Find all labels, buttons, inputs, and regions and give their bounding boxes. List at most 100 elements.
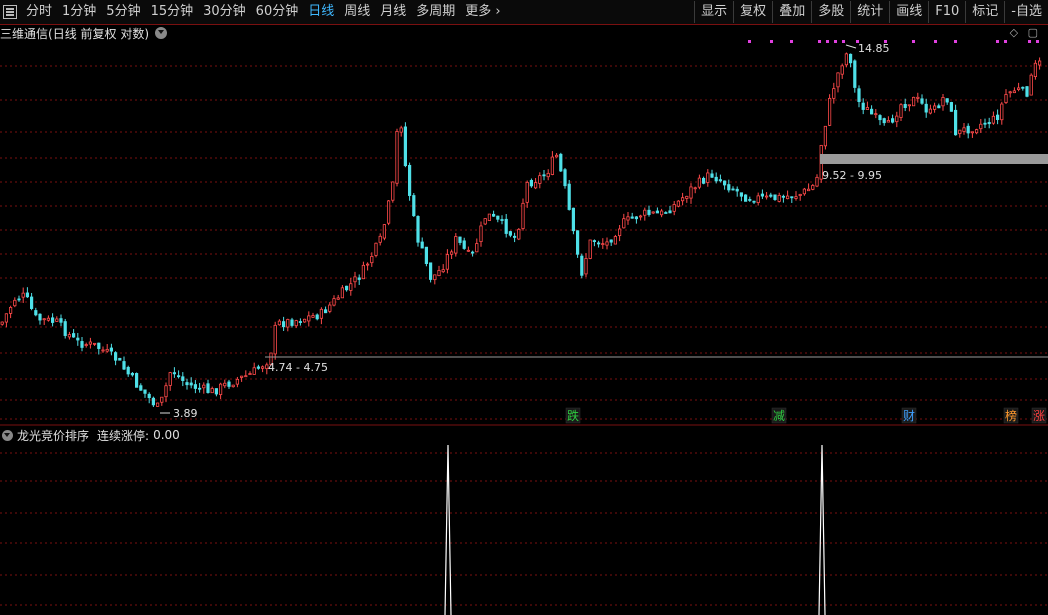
menu-icon[interactable]	[3, 5, 17, 19]
candlestick	[235, 376, 239, 388]
candle-body	[319, 308, 324, 319]
candlestick	[1000, 101, 1004, 125]
candle-body	[218, 383, 223, 396]
candle-body	[550, 156, 555, 175]
candle-body	[886, 120, 891, 123]
period-tab[interactable]: 1分钟	[57, 0, 101, 24]
candlestick	[706, 169, 710, 187]
candle-body	[702, 177, 706, 184]
candle-body	[307, 315, 311, 322]
candle-body	[412, 195, 416, 217]
candlestick	[260, 365, 265, 373]
period-tab[interactable]: 周线	[339, 0, 375, 24]
toolbar-button[interactable]: 显示	[694, 1, 733, 23]
toolbar-button[interactable]: 统计	[850, 1, 889, 23]
candle-body	[391, 181, 395, 201]
candle-body	[710, 173, 714, 178]
candle-body	[181, 376, 185, 381]
high-arrow	[845, 44, 857, 49]
candlestick	[660, 208, 664, 218]
candle-body	[227, 381, 231, 387]
candle-body	[811, 185, 815, 190]
candle-body	[122, 361, 126, 370]
candlestick	[580, 253, 584, 279]
event-tag: 跌	[565, 407, 581, 424]
candle-body	[244, 375, 248, 378]
indicator-chart[interactable]	[0, 443, 1048, 615]
candlestick	[315, 313, 319, 321]
candle-body	[832, 88, 836, 99]
candlestick	[1012, 87, 1017, 94]
candlestick	[681, 192, 685, 206]
candle-body	[571, 207, 576, 232]
candlestick-chart[interactable]: 14.85 3.89 9.52 - 9.95 4.74 - 4.75 跌 减 财 榜 涨	[0, 24, 1048, 426]
period-tab[interactable]: 60分钟	[251, 0, 304, 24]
candlestick	[748, 196, 752, 202]
candle-body	[949, 102, 954, 112]
candlestick	[643, 207, 647, 221]
signal-dot	[1036, 40, 1039, 43]
chevron-down-icon[interactable]	[2, 429, 13, 441]
candle-body	[21, 292, 25, 298]
high-label: 14.85	[858, 42, 890, 55]
candle-body	[618, 228, 622, 237]
period-tab[interactable]: 更多 ›	[460, 0, 505, 24]
candlestick	[109, 343, 113, 356]
candlestick	[702, 176, 706, 185]
period-tab[interactable]: 5分钟	[101, 0, 145, 24]
candlestick	[546, 169, 550, 181]
candle-body	[937, 105, 941, 109]
candle-body	[508, 231, 513, 236]
candlestick	[987, 117, 991, 129]
period-tab[interactable]: 日线	[303, 0, 339, 24]
candle-body	[1021, 86, 1025, 89]
signal-dot	[834, 40, 837, 43]
period-tab[interactable]: 30分钟	[198, 0, 251, 24]
candle-body	[815, 176, 819, 187]
toolbar-button[interactable]: 标记	[965, 1, 1004, 23]
candle-body	[114, 352, 118, 361]
period-tab[interactable]: 多周期	[411, 0, 460, 24]
candle-body	[416, 216, 420, 243]
candlestick	[105, 344, 109, 353]
candlestick	[84, 342, 88, 348]
candle-body	[643, 209, 647, 216]
period-tab[interactable]: 分时	[21, 0, 57, 24]
candle-body	[723, 180, 727, 186]
signal-dot	[954, 40, 957, 43]
candlestick	[382, 224, 387, 241]
candle-body	[727, 184, 731, 191]
candlestick	[76, 332, 80, 346]
candlestick	[979, 118, 983, 133]
candle-body	[294, 320, 298, 327]
candlestick	[428, 262, 433, 283]
candlestick	[508, 230, 513, 238]
candlestick	[248, 371, 252, 376]
candle-body	[874, 113, 878, 116]
toolbar-button[interactable]: 画线	[889, 1, 928, 23]
period-tab[interactable]: 15分钟	[146, 0, 199, 24]
candlestick	[907, 104, 912, 112]
candlestick	[966, 123, 970, 139]
candle-body	[857, 88, 861, 102]
candlestick	[55, 316, 59, 322]
candlestick	[475, 238, 479, 253]
candle-body	[483, 218, 487, 225]
toolbar-button[interactable]: 复权	[733, 1, 772, 23]
toolbar-button[interactable]: -自选	[1004, 1, 1048, 23]
candlestick	[424, 246, 429, 267]
candlestick	[1017, 82, 1021, 92]
candle-body	[386, 200, 391, 224]
toolbar-button[interactable]: 叠加	[772, 1, 811, 23]
candle-body	[193, 384, 197, 389]
candlestick	[17, 295, 21, 302]
candlestick	[664, 211, 668, 214]
candle-body	[756, 195, 760, 204]
toolbar-button[interactable]: 多股	[811, 1, 850, 23]
candle-body	[970, 131, 975, 134]
period-tab[interactable]: 月线	[375, 0, 411, 24]
candle-body	[693, 187, 697, 190]
candle-body	[899, 104, 903, 118]
toolbar-button[interactable]: F10	[928, 1, 965, 23]
candle-body	[996, 114, 1000, 120]
